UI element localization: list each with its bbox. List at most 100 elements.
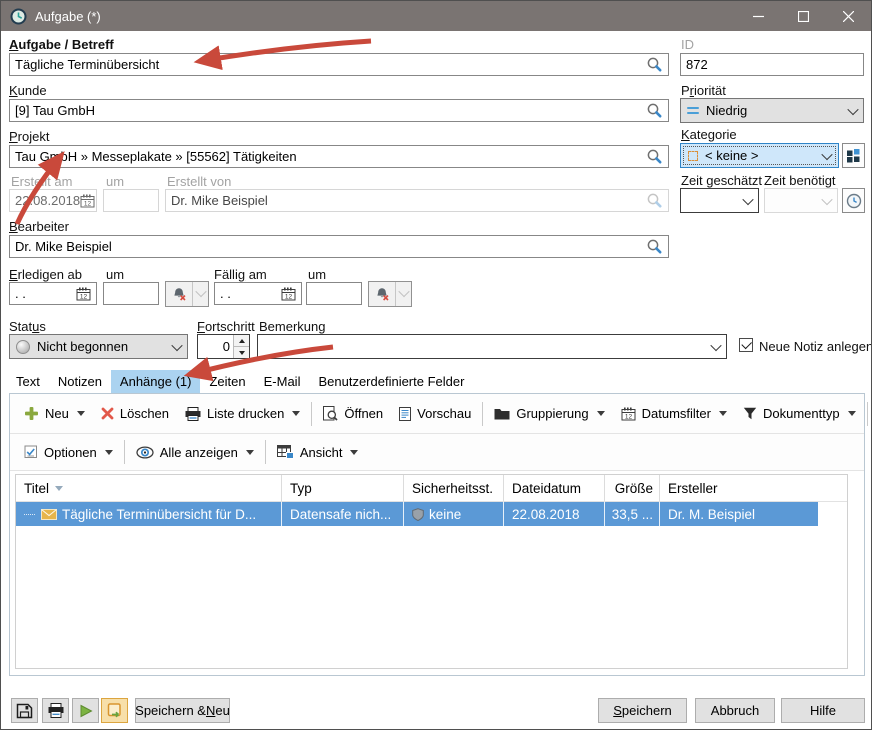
id-field[interactable]: 872 bbox=[680, 53, 864, 76]
oeffnen-button[interactable]: Öffnen bbox=[315, 401, 391, 427]
attachment-row-selected[interactable]: Tägliche Terminübersicht für D... Datens… bbox=[16, 502, 818, 526]
fortschritt-spinner[interactable]: 0 bbox=[197, 334, 250, 359]
tab-benutzerdefinierte-felder[interactable]: Benutzerdefinierte Felder bbox=[309, 370, 473, 393]
prioritaet-dropdown[interactable]: Niedrig bbox=[680, 98, 864, 123]
column-header-label: Größe bbox=[615, 481, 653, 496]
column-header-label: Titel bbox=[24, 481, 49, 496]
close-button[interactable] bbox=[826, 1, 871, 31]
maximize-icon bbox=[798, 11, 809, 22]
tab-email[interactable]: E-Mail bbox=[255, 370, 310, 393]
faellig-reminder-button[interactable] bbox=[368, 281, 412, 307]
search-icon[interactable] bbox=[646, 102, 663, 119]
erledigen-reminder-button[interactable] bbox=[165, 281, 209, 307]
speichern-button[interactable]: Speichern bbox=[598, 698, 687, 723]
search-icon[interactable] bbox=[646, 148, 663, 165]
speichern-und-neu-button[interactable]: Speichern & Neu bbox=[135, 698, 230, 723]
abbruch-button[interactable]: Abbruch bbox=[695, 698, 775, 723]
bemerkung-combobox[interactable] bbox=[257, 334, 727, 359]
calendar-icon[interactable]: 12 bbox=[76, 287, 91, 301]
dropdown-arrow-icon[interactable] bbox=[292, 411, 300, 416]
search-icon[interactable] bbox=[646, 56, 663, 73]
neu-button[interactable]: Neu bbox=[16, 401, 93, 427]
erstellt-am-field: 22.08.2018 12 bbox=[9, 189, 97, 212]
task-window: Aufgabe (*) Aufgabe / Betreff Tägliche T… bbox=[0, 0, 872, 730]
kunde-field[interactable]: [9] Tau GmbH bbox=[9, 99, 669, 122]
dropdown-arrow-icon[interactable] bbox=[719, 411, 727, 416]
kategorie-dropdown[interactable]: < keine > bbox=[680, 143, 839, 168]
column-header-label: Dateidatum bbox=[512, 481, 581, 496]
um1-field bbox=[103, 189, 159, 212]
aufgabe-field[interactable]: Tägliche Terminübersicht bbox=[9, 53, 669, 76]
erledigen-ab-field[interactable]: . . 12 bbox=[9, 282, 97, 305]
dropdown-arrow-icon[interactable] bbox=[597, 411, 605, 416]
neue-notiz-checkbox[interactable] bbox=[739, 338, 753, 352]
alle-anzeigen-button[interactable]: Alle anzeigen bbox=[128, 439, 262, 465]
column-header-titel[interactable]: Titel bbox=[16, 475, 282, 501]
column-header-sicherheitsst[interactable]: Sicherheitsst. bbox=[404, 475, 504, 501]
projekt-label: Projekt bbox=[9, 129, 49, 144]
tab-zeiten[interactable]: Zeiten bbox=[200, 370, 254, 393]
play-icon bbox=[79, 704, 93, 718]
tab-anhaenge[interactable]: Anhänge (1) bbox=[111, 370, 201, 393]
fortschritt-label: Fortschritt bbox=[197, 319, 255, 334]
toolbar-separator bbox=[311, 402, 312, 426]
dropdown-arrow-icon[interactable] bbox=[192, 282, 208, 306]
spin-up-button[interactable] bbox=[234, 335, 249, 347]
prioritaet-value: Niedrig bbox=[706, 103, 747, 118]
column-header-ersteller[interactable]: Ersteller bbox=[660, 475, 817, 501]
column-header-typ[interactable]: Typ bbox=[282, 475, 404, 501]
column-header-groesse[interactable]: Größe bbox=[605, 475, 660, 501]
toolbar-separator bbox=[265, 440, 266, 464]
um3-field[interactable] bbox=[306, 282, 362, 305]
sort-descending-icon bbox=[55, 486, 63, 491]
titlebar: Aufgabe (*) bbox=[1, 1, 871, 31]
dropdown-arrow-icon[interactable] bbox=[395, 282, 411, 306]
save-icon-button[interactable] bbox=[11, 698, 38, 723]
dropdown-arrow-icon[interactable] bbox=[350, 450, 358, 455]
liste-drucken-button[interactable]: Liste drucken bbox=[177, 401, 308, 427]
faellig-am-field[interactable]: . . 12 bbox=[214, 282, 302, 305]
neu-label: Neu bbox=[45, 406, 69, 421]
zeit-clock-button[interactable] bbox=[842, 188, 865, 213]
column-header-dateidatum[interactable]: Dateidatum bbox=[504, 475, 605, 501]
category-placeholder-icon bbox=[688, 151, 698, 161]
projekt-field[interactable]: Tau GmbH » Messeplakate » [55562] Tätigk… bbox=[9, 145, 669, 168]
minimize-button[interactable] bbox=[736, 1, 781, 31]
datumsfilter-button[interactable]: 12 Datumsfilter bbox=[613, 401, 735, 427]
alle-anzeigen-label: Alle anzeigen bbox=[160, 445, 238, 460]
dropdown-arrow-icon[interactable] bbox=[848, 411, 856, 416]
filter-funnel-icon bbox=[743, 407, 757, 420]
aufgabe-value: Tägliche Terminübersicht bbox=[15, 57, 159, 72]
run-icon-button[interactable] bbox=[72, 698, 99, 723]
calendar-icon[interactable]: 12 bbox=[281, 287, 296, 301]
attachments-toolbar: Neu Löschen Liste drucken Öffnen Vorscha… bbox=[10, 394, 864, 434]
dropdown-arrow-icon[interactable] bbox=[246, 450, 254, 455]
vorschau-button[interactable]: Vorschau bbox=[391, 401, 479, 427]
kategorie-picker-button[interactable] bbox=[842, 143, 865, 168]
tab-text[interactable]: Text bbox=[7, 370, 49, 393]
loeschen-label: Löschen bbox=[120, 406, 169, 421]
um2-field[interactable] bbox=[103, 282, 159, 305]
tree-expander[interactable] bbox=[24, 514, 35, 515]
dropdown-arrow-icon[interactable] bbox=[77, 411, 85, 416]
zeit-geschaetzt-dropdown[interactable] bbox=[680, 188, 759, 213]
loeschen-button[interactable]: Löschen bbox=[93, 401, 177, 427]
status-dropdown[interactable]: Nicht begonnen bbox=[9, 334, 188, 359]
dropdown-arrow-icon[interactable] bbox=[105, 450, 113, 455]
tab-notizen[interactable]: Notizen bbox=[49, 370, 111, 393]
attachments-panel: Neu Löschen Liste drucken Öffnen Vorscha… bbox=[9, 393, 865, 676]
spin-down-button[interactable] bbox=[234, 347, 249, 358]
optionen-button[interactable]: Optionen bbox=[16, 439, 121, 465]
datumsfilter-label: Datumsfilter bbox=[642, 406, 711, 421]
maximize-button[interactable] bbox=[781, 1, 826, 31]
toolbar-separator bbox=[482, 402, 483, 426]
hilfe-button[interactable]: Hilfe bbox=[781, 698, 865, 723]
dokumenttyp-button[interactable]: Dokumenttyp bbox=[735, 401, 864, 427]
export-icon-button[interactable] bbox=[101, 698, 128, 723]
gruppierung-button[interactable]: Gruppierung bbox=[486, 401, 612, 427]
window-title: Aufgabe (*) bbox=[35, 9, 101, 24]
bearbeiter-field[interactable]: Dr. Mike Beispiel bbox=[9, 235, 669, 258]
ansicht-button[interactable]: Ansicht bbox=[269, 439, 367, 465]
search-icon[interactable] bbox=[646, 238, 663, 255]
print-icon-button[interactable] bbox=[42, 698, 69, 723]
